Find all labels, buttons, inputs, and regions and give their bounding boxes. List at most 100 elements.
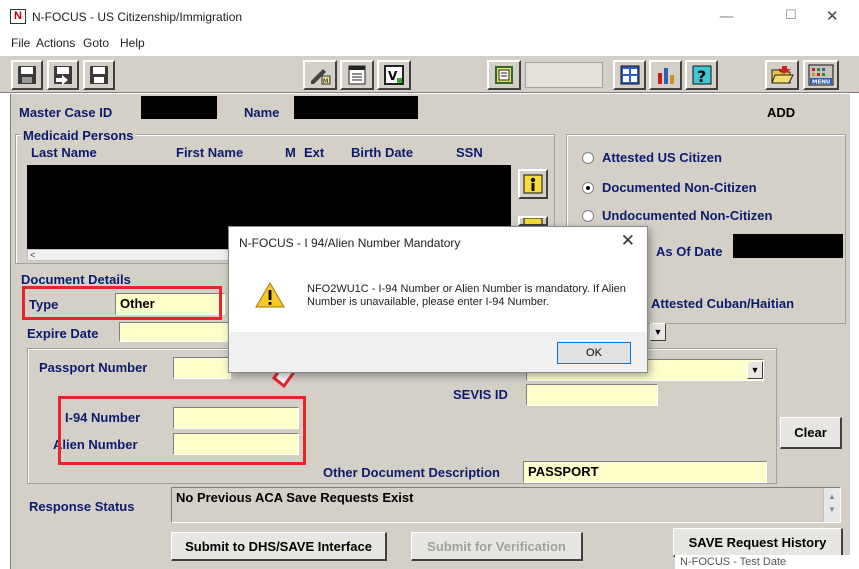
nfocus-logo-icon: N — [10, 9, 26, 24]
radio-dot — [582, 209, 594, 222]
expire-date-field[interactable] — [119, 322, 231, 342]
medicaid-persons-heading: Medicaid Persons — [21, 128, 136, 143]
open-folder-icon — [771, 66, 794, 84]
passport-number-label: Passport Number — [39, 360, 148, 375]
verify-button[interactable]: V — [377, 60, 411, 90]
document-icon — [495, 66, 513, 84]
column-ssn: SSN — [456, 145, 483, 160]
submit-dhs-save-button[interactable]: Submit to DHS/SAVE Interface — [171, 532, 387, 561]
document-button[interactable] — [487, 60, 521, 90]
radio-undocumented-non-citizen[interactable]: Undocumented Non-Citizen — [582, 208, 772, 223]
scroll-left-arrow: < — [30, 250, 36, 260]
radio-label: Attested US Citizen — [602, 150, 722, 165]
expire-date-label: Expire Date — [27, 326, 99, 341]
pencil-icon: M — [311, 69, 331, 85]
name-value — [294, 96, 418, 119]
toolbar-blank-field — [525, 62, 603, 88]
column-birth-date: Birth Date — [351, 145, 414, 160]
column-first-name: First Name — [176, 145, 244, 160]
close-window-button[interactable]: ✕ — [826, 7, 839, 25]
dialog-close-button[interactable]: ✕ — [621, 231, 635, 251]
notepad-icon — [348, 65, 366, 85]
radio-dot — [582, 151, 594, 164]
sevis-id-field[interactable] — [526, 384, 658, 406]
help-button[interactable]: ? — [685, 60, 718, 90]
chart-icon — [657, 68, 674, 84]
alert-dialog: N-FOCUS - I 94/Alien Number Mandatory ✕ … — [228, 226, 648, 373]
column-ext: Ext — [304, 145, 325, 160]
radio-documented-non-citizen[interactable]: Documented Non-Citizen — [582, 180, 757, 195]
menu-icon: MENU — [808, 64, 834, 86]
save-icon — [18, 66, 36, 84]
save-button[interactable] — [11, 60, 43, 90]
dialog-footer: OK — [229, 332, 647, 372]
radio-attested-us-citizen[interactable]: Attested US Citizen — [582, 150, 722, 165]
response-status-box: No Previous ACA Save Requests Exist ▲ ▼ — [171, 487, 841, 523]
save-close-button[interactable] — [47, 60, 79, 90]
save-new-icon — [90, 66, 108, 84]
svg-text:V: V — [388, 69, 398, 83]
dropdown-arrow-icon[interactable]: ▼ — [650, 323, 666, 341]
menu-help[interactable]: Help — [120, 36, 145, 50]
annotation-box-i94-alien — [58, 396, 306, 465]
menu-actions[interactable]: Actions — [36, 36, 75, 50]
master-case-id-label: Master Case ID — [19, 105, 113, 120]
dialog-title: N-FOCUS - I 94/Alien Number Mandatory — [239, 236, 461, 250]
mode-indicator: ADD — [767, 105, 796, 120]
radio-dot-selected — [582, 181, 594, 194]
clear-button[interactable]: Clear — [780, 417, 842, 449]
chart-button[interactable] — [649, 60, 682, 90]
attested-cuban-haitian-label: Attested Cuban/Haitian — [651, 296, 795, 311]
save-close-icon — [54, 66, 72, 85]
as-of-date-value[interactable] — [733, 234, 843, 258]
main-menu-button[interactable]: MENU — [803, 60, 839, 90]
dialog-ok-button[interactable]: OK — [557, 342, 631, 364]
help-icon: ? — [692, 65, 711, 86]
svg-text:?: ? — [697, 67, 706, 86]
other-document-description-field[interactable]: PASSPORT — [523, 461, 767, 483]
edit-button[interactable]: M — [303, 60, 337, 90]
notepad-button[interactable] — [340, 60, 374, 90]
response-vertical-scrollbar[interactable]: ▲ ▼ — [823, 488, 840, 522]
title-bar: N N-FOCUS - US Citizenship/Immigration —… — [0, 0, 859, 34]
other-document-description-label: Other Document Description — [323, 465, 500, 480]
response-status-text: No Previous ACA Save Requests Exist — [176, 490, 414, 505]
person-detail-icon — [523, 218, 543, 224]
radio-label: Documented Non-Citizen — [602, 180, 757, 195]
warning-icon — [255, 282, 285, 308]
person-info-icon — [523, 174, 543, 194]
name-label: Name — [244, 105, 280, 120]
window-title: N-FOCUS - US Citizenship/Immigration — [32, 10, 243, 24]
radio-label: Undocumented Non-Citizen — [602, 208, 773, 223]
svg-text:MENU: MENU — [812, 80, 830, 86]
taskbar-tooltip: N-FOCUS - Test Date — [675, 555, 859, 569]
svg-text:M: M — [323, 78, 328, 85]
menu-goto[interactable]: Goto — [83, 36, 109, 50]
toolbar: M V ? MENU — [0, 55, 859, 93]
maximize-button[interactable]: ☐ — [785, 8, 797, 23]
person-detail-button[interactable] — [518, 216, 548, 226]
passport-number-field[interactable] — [173, 357, 231, 379]
verify-icon: V — [384, 65, 404, 85]
master-case-id-value — [141, 96, 217, 119]
dropdown-arrow-icon[interactable]: ▼ — [747, 361, 763, 379]
save-new-button[interactable] — [83, 60, 115, 90]
open-folder-button[interactable] — [765, 60, 799, 90]
scroll-up-icon[interactable]: ▲ — [824, 492, 840, 501]
response-status-label: Response Status — [29, 499, 135, 514]
as-of-date-label: As Of Date — [656, 244, 723, 259]
column-last-name: Last Name — [31, 145, 97, 160]
document-details-heading: Document Details — [21, 272, 131, 287]
annotation-box-type — [22, 286, 222, 320]
menu-file[interactable]: File — [11, 36, 30, 50]
window-icon — [620, 65, 639, 85]
submit-for-verification-button[interactable]: Submit for Verification — [411, 532, 583, 561]
window-button[interactable] — [613, 60, 646, 90]
save-request-history-button[interactable]: SAVE Request History — [673, 528, 843, 557]
sevis-id-label: SEVIS ID — [453, 387, 508, 402]
dialog-message: NFO2WU1C - I-94 Number or Alien Number i… — [307, 283, 626, 308]
person-info-button[interactable] — [518, 169, 548, 199]
minimize-button[interactable]: — — [719, 7, 734, 25]
column-middle: M — [285, 145, 296, 160]
scroll-down-icon[interactable]: ▼ — [824, 505, 840, 514]
